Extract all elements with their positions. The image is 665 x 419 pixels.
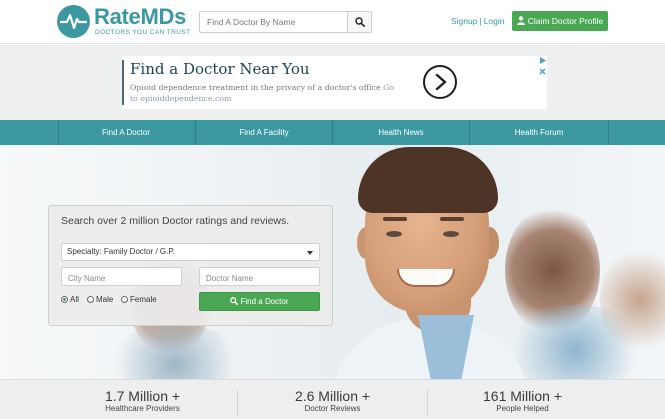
doctor-eye <box>386 231 402 237</box>
background-person <box>100 325 250 379</box>
ad-next-button[interactable] <box>423 65 457 99</box>
doctor-name-search-input[interactable] <box>200 12 348 32</box>
doctor-name-input[interactable] <box>200 270 319 287</box>
doctor-field <box>199 267 320 287</box>
logo-name: RateMDs <box>94 4 187 29</box>
stat-label: People Helped <box>496 404 549 413</box>
caret-down-icon <box>307 251 313 255</box>
advertisement[interactable]: Find a Doctor Near You Opioid dependence… <box>122 56 547 109</box>
gender-female-radio[interactable]: Female <box>121 295 157 304</box>
auth-links: Signup | Login <box>451 16 505 26</box>
search-icon <box>230 297 239 306</box>
heartbeat-icon <box>57 5 90 38</box>
gender-female-label: Female <box>130 295 157 304</box>
specialty-value: Specialty: Family Doctor / G.P. <box>67 247 175 256</box>
ad-body: Opioid dependence treatment in the priva… <box>130 82 400 104</box>
city-field <box>61 267 182 287</box>
stats-bar: 1.7 Million + Healthcare Providers 2.6 M… <box>0 379 665 419</box>
nav-find-a-facility[interactable]: Find A Facility <box>196 120 332 145</box>
claim-label: Claim Doctor Profile <box>527 16 604 26</box>
chevron-right-icon <box>435 74 447 90</box>
search-panel-title: Search over 2 million Doctor ratings and… <box>61 215 290 227</box>
doctor-brow <box>440 217 464 221</box>
ad-band: Find a Doctor Near You Opioid dependence… <box>0 45 665 120</box>
stat-number: 161 Million + <box>483 388 562 404</box>
ad-close-icon[interactable] <box>538 67 547 76</box>
stat-divider <box>427 390 428 416</box>
gender-male-radio[interactable]: Male <box>87 295 113 304</box>
auth-separator: | <box>479 16 482 26</box>
radio-icon <box>87 296 94 303</box>
find-a-doctor-button[interactable]: Find a Doctor <box>199 292 320 311</box>
stat-people-helped: 161 Million + People Helped <box>440 388 605 414</box>
stat-divider <box>237 390 238 416</box>
stat-providers: 1.7 Million + Healthcare Providers <box>60 388 225 414</box>
ad-title[interactable]: Find a Doctor Near You <box>130 60 310 78</box>
doctor-search-panel: Search over 2 million Doctor ratings and… <box>48 205 333 326</box>
doctor-smile <box>397 269 455 287</box>
login-link[interactable]: Login <box>484 16 505 26</box>
stat-reviews: 2.6 Million + Doctor Reviews <box>250 388 415 414</box>
nav-divider <box>608 120 609 145</box>
signup-link[interactable]: Signup <box>451 16 477 26</box>
doctor-name-search <box>199 11 372 33</box>
stat-label: Healthcare Providers <box>105 404 180 413</box>
gender-all-radio[interactable]: All <box>61 295 79 304</box>
search-button[interactable] <box>347 12 371 32</box>
city-name-input[interactable] <box>62 270 181 287</box>
ad-body-text: Opioid dependence treatment in the priva… <box>130 83 381 92</box>
gender-male-label: Male <box>96 295 114 304</box>
search-icon <box>355 17 365 27</box>
logo-tagline: DOCTORS YOU CAN TRUST <box>95 29 191 36</box>
find-a-doctor-label: Find a Doctor <box>240 297 289 306</box>
site-header: RateMDs DOCTORS YOU CAN TRUST Signup|Log… <box>0 0 665 44</box>
stat-number: 1.7 Million + <box>104 388 181 404</box>
adchoices-icon[interactable] <box>538 56 547 65</box>
radio-icon <box>121 296 128 303</box>
ratemds-logo[interactable]: RateMDs DOCTORS YOU CAN TRUST <box>57 4 191 39</box>
main-nav: Find A Doctor Find A Facility Health New… <box>0 120 665 145</box>
nav-find-a-doctor[interactable]: Find A Doctor <box>58 120 194 145</box>
doctor-hair <box>358 147 498 213</box>
gender-all-label: All <box>70 295 79 304</box>
claim-doctor-profile-button[interactable]: Claim Doctor Profile <box>512 11 608 31</box>
doctor-eye <box>443 231 459 237</box>
stat-number: 2.6 Million + <box>294 388 371 404</box>
hero-banner: Search over 2 million Doctor ratings and… <box>0 145 665 379</box>
specialty-select[interactable]: Specialty: Family Doctor / G.P. <box>61 243 320 261</box>
nav-health-news[interactable]: Health News <box>333 120 469 145</box>
ad-accent-bar <box>122 60 124 105</box>
user-icon <box>516 16 525 25</box>
nav-health-forum[interactable]: Health Forum <box>470 120 608 145</box>
radio-selected-icon <box>61 296 68 303</box>
doctor-brow <box>383 217 407 221</box>
stat-label: Doctor Reviews <box>304 404 361 413</box>
